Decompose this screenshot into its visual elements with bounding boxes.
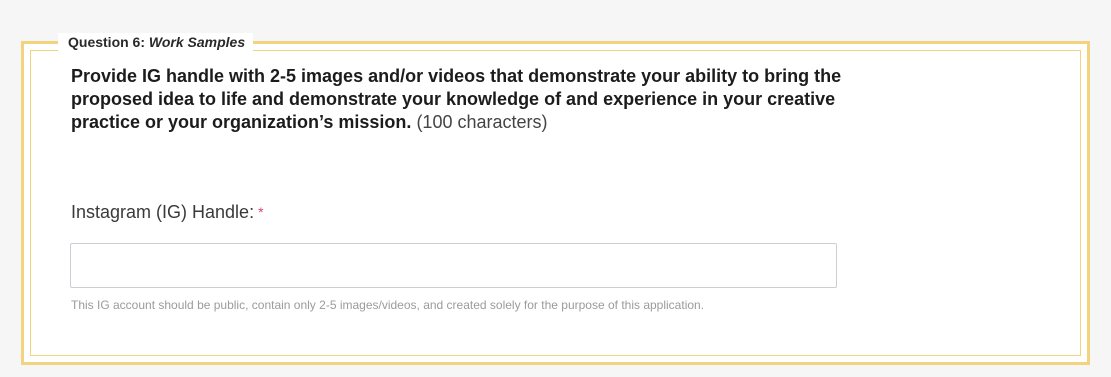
instagram-handle-help-text: This IG account should be public, contai… <box>71 298 705 312</box>
required-indicator: * <box>258 204 264 220</box>
question-6-fieldset: Question 6: Work Samples Provide IG hand… <box>21 33 1090 365</box>
form-page: Question 6: Work Samples Provide IG hand… <box>0 0 1111 377</box>
question-text: Provide IG handle with 2-5 images and/or… <box>71 65 871 134</box>
legend-title: Work Samples <box>148 34 246 50</box>
instagram-handle-input[interactable] <box>70 243 837 288</box>
legend-prefix: Question 6: <box>68 34 146 50</box>
instagram-handle-label: Instagram (IG) Handle: * <box>71 201 264 224</box>
section-legend: Question 6: Work Samples <box>58 33 254 51</box>
instagram-handle-label-text: Instagram (IG) Handle: <box>71 202 255 222</box>
character-limit-note: (100 characters) <box>416 112 548 132</box>
